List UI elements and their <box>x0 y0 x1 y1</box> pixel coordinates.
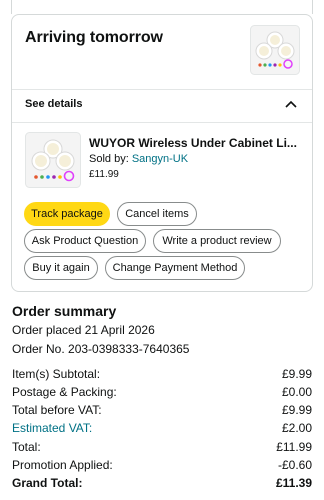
sold-by-text: Sold by: Sangyn-UK <box>89 153 188 165</box>
ask-product-question-button[interactable]: Ask Product Question <box>24 229 146 253</box>
previous-card-edge <box>11 0 313 14</box>
shipment-card: Arriving tomorrow See details WUYOR Wire… <box>11 14 313 292</box>
cancel-items-button[interactable]: Cancel items <box>117 202 197 226</box>
summary-value: £9.99 <box>281 367 312 381</box>
seller-link[interactable]: Sangyn-UK <box>132 153 188 165</box>
track-package-button[interactable]: Track package <box>24 202 110 226</box>
summary-label: Grand Total: <box>12 476 83 490</box>
summary-label: Promotion Applied: <box>12 458 113 472</box>
summary-value: £0.00 <box>281 385 312 399</box>
product-thumbnail-icon[interactable] <box>250 25 300 75</box>
estimated-vat-link[interactable]: Estimated VAT: <box>12 421 92 435</box>
summary-label: Postage & Packing: <box>12 385 117 399</box>
summary-value: £11.39 <box>275 476 312 490</box>
divider <box>12 122 312 123</box>
divider <box>12 89 312 90</box>
order-placed-date: Order placed 21 April 2026 <box>12 323 155 337</box>
summary-value: -£0.60 <box>277 458 312 472</box>
product-thumbnail-icon[interactable] <box>25 132 81 188</box>
product-title-link[interactable]: WUYOR Wireless Under Cabinet Li... <box>89 136 304 150</box>
summary-label: Total before VAT: <box>12 403 102 417</box>
delivery-heading: Arriving tomorrow <box>25 29 163 46</box>
order-summary-heading: Order summary <box>12 303 117 319</box>
buy-it-again-button[interactable]: Buy it again <box>24 256 98 280</box>
summary-value: £11.99 <box>276 440 312 454</box>
write-review-button[interactable]: Write a product review <box>153 229 281 253</box>
item-price: £11.99 <box>89 169 119 180</box>
summary-value: £9.99 <box>281 403 312 417</box>
summary-value: £2.00 <box>281 421 312 435</box>
summary-label: Total: <box>12 440 41 454</box>
change-payment-method-button[interactable]: Change Payment Method <box>105 256 245 280</box>
chevron-up-icon[interactable] <box>284 97 298 111</box>
order-number: Order No. 203-0398333-7640365 <box>12 342 190 356</box>
see-details-label[interactable]: See details <box>25 98 82 110</box>
sold-by-label: Sold by: <box>89 153 132 165</box>
summary-label: Item(s) Subtotal: <box>12 367 101 381</box>
